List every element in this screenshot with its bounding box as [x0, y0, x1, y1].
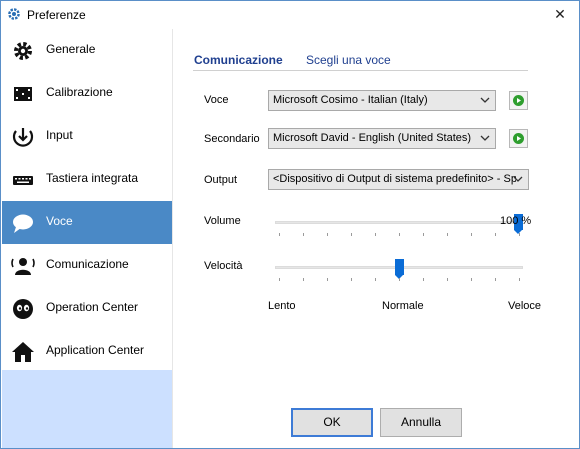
- speech-bubble-icon: [11, 211, 35, 235]
- window-title: Preferenze: [27, 8, 86, 22]
- cancel-button[interactable]: Annulla: [380, 408, 462, 437]
- slider-tick: [375, 278, 376, 281]
- sidebar-item-label: Tastiera integrata: [46, 171, 139, 185]
- volume-value: 100 %: [500, 215, 532, 227]
- slider-tick: [303, 233, 304, 236]
- volume-slider[interactable]: [275, 214, 523, 238]
- slider-tick: [495, 278, 496, 281]
- slider-tick: [471, 278, 472, 281]
- slider-tick: [351, 233, 352, 236]
- slider-tick: [327, 278, 328, 281]
- output-select[interactable]: <Dispositivo di Output di sistema predef…: [268, 169, 529, 190]
- slider-tick: [327, 233, 328, 236]
- calibration-icon: [11, 82, 35, 106]
- sidebar-item-operation-center[interactable]: Operation Center: [2, 287, 172, 330]
- keyboard-icon: [11, 168, 35, 192]
- chevron-down-icon: [479, 91, 491, 110]
- output-select-value: <Dispositivo di Output di sistema predef…: [273, 173, 516, 185]
- sidebar-item-tastiera-integrata[interactable]: Tastiera integrata: [2, 158, 172, 201]
- preferences-window: Preferenze ✕ Generale Calibrazione Input…: [0, 0, 580, 449]
- chevron-down-icon: [512, 170, 524, 189]
- sidebar-item-label: Voce: [46, 214, 73, 228]
- secondario-select[interactable]: Microsoft David - English (United States…: [268, 128, 496, 149]
- speed-scale-min: Lento: [268, 300, 296, 312]
- slider-tick: [279, 278, 280, 281]
- ok-button[interactable]: OK: [291, 408, 373, 437]
- play-voce-button[interactable]: [509, 91, 528, 110]
- slider-tick: [351, 278, 352, 281]
- sidebar-list: Generale Calibrazione Input Tastiera int…: [2, 29, 172, 370]
- sidebar-item-label: Comunicazione: [46, 257, 129, 271]
- sidebar-item-comunicazione[interactable]: Comunicazione: [2, 244, 172, 287]
- volume-label: Volume: [204, 215, 241, 227]
- play-icon: [510, 133, 527, 150]
- gear-icon: [11, 39, 35, 63]
- slider-tick: [471, 233, 472, 236]
- title-bar: Preferenze ✕: [1, 1, 579, 29]
- home-icon: [11, 340, 35, 364]
- slider-tick: [495, 233, 496, 236]
- input-icon: [11, 125, 35, 149]
- sidebar-item-label: Calibrazione: [46, 85, 113, 99]
- sidebar-item-calibrazione[interactable]: Calibrazione: [2, 72, 172, 115]
- slider-tick: [375, 233, 376, 236]
- sidebar-item-label: Generale: [46, 42, 96, 56]
- slider-tick: [447, 278, 448, 281]
- speed-scale-max: Veloce: [508, 300, 542, 312]
- gear-icon: [7, 7, 21, 21]
- sidebar-item-label: Operation Center: [46, 300, 139, 314]
- slider-tick: [423, 278, 424, 281]
- slider-tick: [399, 278, 400, 281]
- chevron-down-icon: [479, 129, 491, 148]
- volume-slider-ticks: [275, 233, 523, 237]
- sidebar: Generale Calibrazione Input Tastiera int…: [2, 29, 172, 448]
- sidebar-item-voce[interactable]: Voce: [2, 201, 172, 244]
- slider-tick: [303, 278, 304, 281]
- voce-select-value: Microsoft Cosimo - Italian (Italy): [273, 94, 428, 106]
- sidebar-item-application-center[interactable]: Application Center: [2, 330, 172, 373]
- secondario-select-value: Microsoft David - English (United States…: [273, 132, 472, 144]
- slider-tick: [399, 233, 400, 236]
- speed-slider-thumb[interactable]: [395, 259, 404, 279]
- sidebar-item-label: Application Center: [46, 343, 145, 357]
- slider-tick: [423, 233, 424, 236]
- slider-tick: [519, 278, 520, 281]
- content-panel: Comunicazione Scegli una voce Voce Micro…: [173, 29, 579, 448]
- sidebar-item-label: Input: [46, 128, 73, 142]
- tab-scegli-una-voce[interactable]: Scegli una voce: [306, 53, 391, 67]
- slider-tick: [519, 233, 520, 236]
- tab-comunicazione[interactable]: Comunicazione: [194, 53, 283, 67]
- volume-slider-track: [275, 221, 523, 224]
- sidebar-item-input[interactable]: Input: [2, 115, 172, 158]
- speed-slider-ticks: [275, 278, 523, 282]
- play-secondario-button[interactable]: [509, 129, 528, 148]
- sidebar-item-generale[interactable]: Generale: [2, 29, 172, 72]
- voce-label: Voce: [204, 94, 229, 106]
- speed-slider[interactable]: [275, 259, 523, 283]
- play-icon: [510, 95, 527, 112]
- speed-scale-mid: Normale: [382, 300, 424, 312]
- eyes-icon: [11, 297, 35, 321]
- output-label: Output: [204, 174, 238, 186]
- slider-tick: [279, 233, 280, 236]
- communication-icon: [11, 254, 35, 278]
- voce-select[interactable]: Microsoft Cosimo - Italian (Italy): [268, 90, 496, 111]
- tab-bar: Comunicazione Scegli una voce: [193, 51, 528, 71]
- close-button[interactable]: ✕: [549, 4, 571, 24]
- velocita-label: Velocità: [204, 260, 243, 272]
- slider-tick: [447, 233, 448, 236]
- secondario-label: Secondario: [204, 133, 260, 145]
